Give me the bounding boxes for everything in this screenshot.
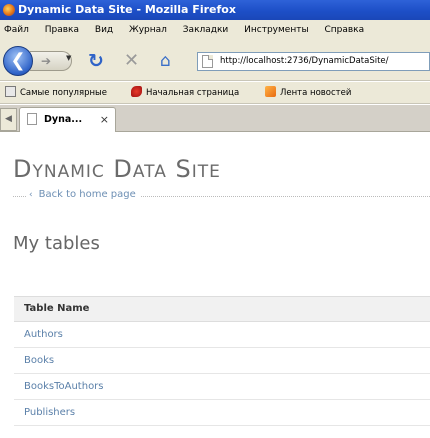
table-row-books[interactable]: Books: [14, 348, 430, 374]
bookmarks-toolbar: Самые популярные Начальная страница Лент…: [0, 82, 430, 104]
firefox-icon: [3, 4, 15, 16]
tab-page-icon: [27, 113, 37, 125]
back-to-home-link[interactable]: ‹ Back to home page: [27, 189, 140, 200]
menu-bar: Файл Правка Вид Журнал Закладки Инструме…: [0, 20, 430, 41]
table-row-authors[interactable]: Authors: [14, 322, 430, 348]
tab-close-icon[interactable]: ×: [100, 108, 109, 131]
table-row-bookstoauthors[interactable]: BooksToAuthors: [14, 374, 430, 400]
tab-dynamic-data-site[interactable]: Dyna... ×: [19, 107, 116, 132]
back-link-row: ‹ Back to home page: [13, 189, 430, 202]
url-text: http://localhost:2736/DynamicDataSite/: [220, 56, 389, 66]
menu-history[interactable]: Журнал: [129, 20, 167, 41]
menu-tools[interactable]: Инструменты: [244, 20, 308, 41]
history-dropdown-icon[interactable]: ▼: [66, 54, 71, 62]
back-button[interactable]: ❮: [3, 46, 33, 76]
menu-bookmarks[interactable]: Закладки: [183, 20, 229, 41]
page-icon: [5, 86, 16, 97]
rss-feed-icon: [265, 86, 276, 97]
menu-view[interactable]: Вид: [95, 20, 113, 41]
navigation-toolbar: ➔ ❮ ▼ ↻ ✕ ⌂ http://localhost:2736/Dynami…: [0, 41, 430, 81]
tab-strip: ◀ Dyna... ×: [0, 105, 430, 132]
tab-label: Dyna...: [44, 114, 83, 125]
section-title: My tables: [13, 233, 100, 254]
menu-help[interactable]: Справка: [324, 20, 364, 41]
url-bar[interactable]: http://localhost:2736/DynamicDataSite/: [197, 52, 430, 71]
home-icon[interactable]: ⌂: [160, 50, 171, 72]
forward-arrow-icon: ➔: [41, 54, 52, 68]
firefox-start-icon: [131, 86, 142, 97]
window-title: Dynamic Data Site - Mozilla Firefox: [18, 3, 236, 16]
bookmark-most-visited[interactable]: Самые популярные: [5, 82, 107, 104]
back-arrow-icon: ❮: [10, 50, 26, 71]
chevron-left-icon: ‹: [29, 190, 33, 200]
table-header: Table Name: [14, 296, 430, 322]
tab-scroll-left-icon[interactable]: ◀: [0, 108, 17, 131]
stop-icon[interactable]: ✕: [124, 50, 139, 72]
bookmark-start-page[interactable]: Начальная страница: [131, 82, 239, 104]
page-content: Dynamic Data Site ‹ Back to home page My …: [0, 133, 430, 438]
reload-icon[interactable]: ↻: [88, 50, 104, 72]
site-page-icon: [202, 55, 213, 68]
bookmark-news-feed[interactable]: Лента новостей: [265, 82, 351, 104]
window-titlebar: Dynamic Data Site - Mozilla Firefox: [0, 0, 430, 20]
tables-grid: Table Name Authors Books BooksToAuthors …: [14, 296, 430, 426]
site-title: Dynamic Data Site: [13, 155, 221, 183]
table-row-publishers[interactable]: Publishers: [14, 400, 430, 426]
menu-file[interactable]: Файл: [4, 20, 29, 41]
menu-edit[interactable]: Правка: [45, 20, 79, 41]
